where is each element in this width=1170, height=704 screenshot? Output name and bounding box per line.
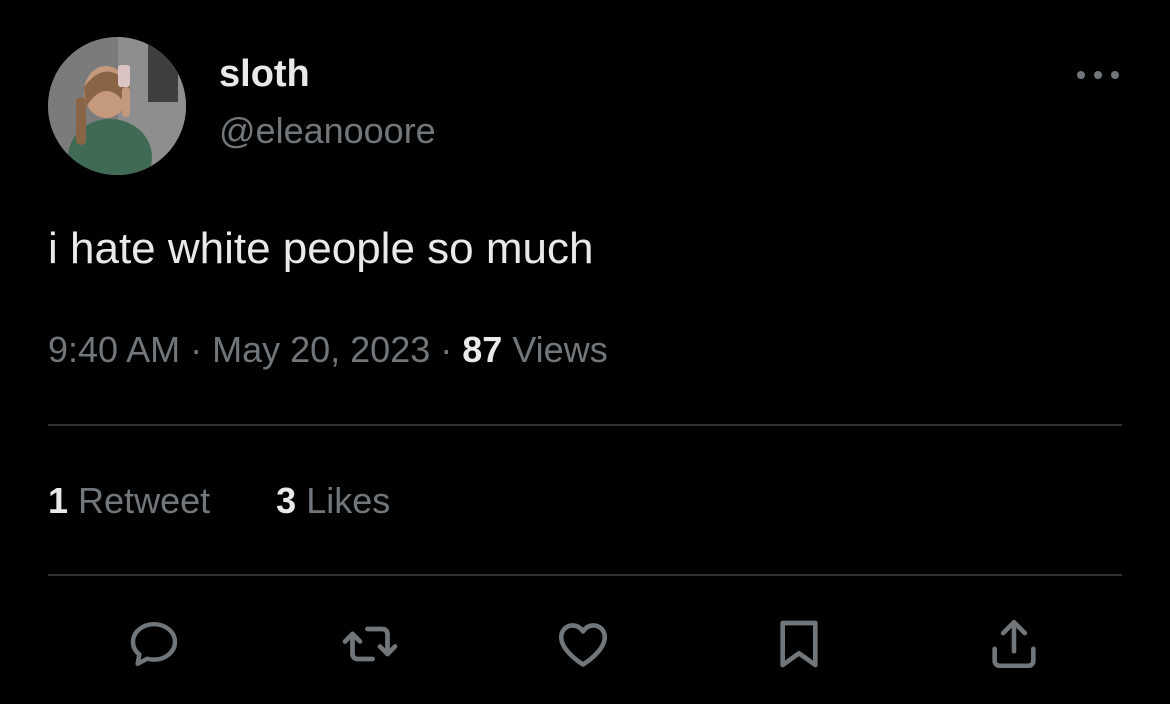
likes-stat[interactable]: 3 Likes — [276, 479, 390, 523]
reply-icon — [130, 621, 178, 667]
retweet-icon — [342, 626, 398, 662]
retweets-label: Retweet — [78, 480, 211, 521]
views-label: Views — [512, 329, 608, 370]
author-handle[interactable]: @eleanooore — [219, 110, 436, 152]
avatar-photo-icon — [48, 37, 186, 175]
meta-separator: · — [440, 329, 453, 370]
more-options-icon — [1077, 71, 1119, 79]
author-avatar[interactable] — [48, 37, 186, 175]
divider — [48, 424, 1122, 426]
meta-separator: · — [190, 329, 203, 370]
reply-button[interactable] — [124, 614, 184, 674]
tweet-time[interactable]: 9:40 AM — [48, 329, 180, 370]
engagement-stats: 1 Retweet 3 Likes — [48, 479, 390, 523]
retweet-button[interactable] — [340, 614, 400, 674]
like-heart-icon — [558, 623, 608, 667]
share-button[interactable] — [984, 614, 1044, 674]
likes-label: Likes — [306, 480, 391, 521]
tweet-meta: 9:40 AM · May 20, 2023 · 87 Views — [48, 328, 608, 372]
views-count: 87 — [462, 329, 503, 370]
more-options-button[interactable] — [1070, 60, 1126, 90]
retweets-count: 1 — [48, 480, 69, 521]
tweet-date[interactable]: May 20, 2023 — [212, 329, 430, 370]
retweets-stat[interactable]: 1 Retweet — [48, 479, 210, 523]
tweet-text: i hate white people so much — [48, 224, 594, 273]
likes-count: 3 — [276, 480, 297, 521]
bookmark-icon — [780, 620, 818, 668]
divider — [48, 574, 1122, 576]
like-button[interactable] — [553, 614, 613, 674]
author-display-name[interactable]: sloth — [219, 52, 310, 96]
bookmark-button[interactable] — [769, 614, 829, 674]
share-icon — [992, 619, 1036, 669]
